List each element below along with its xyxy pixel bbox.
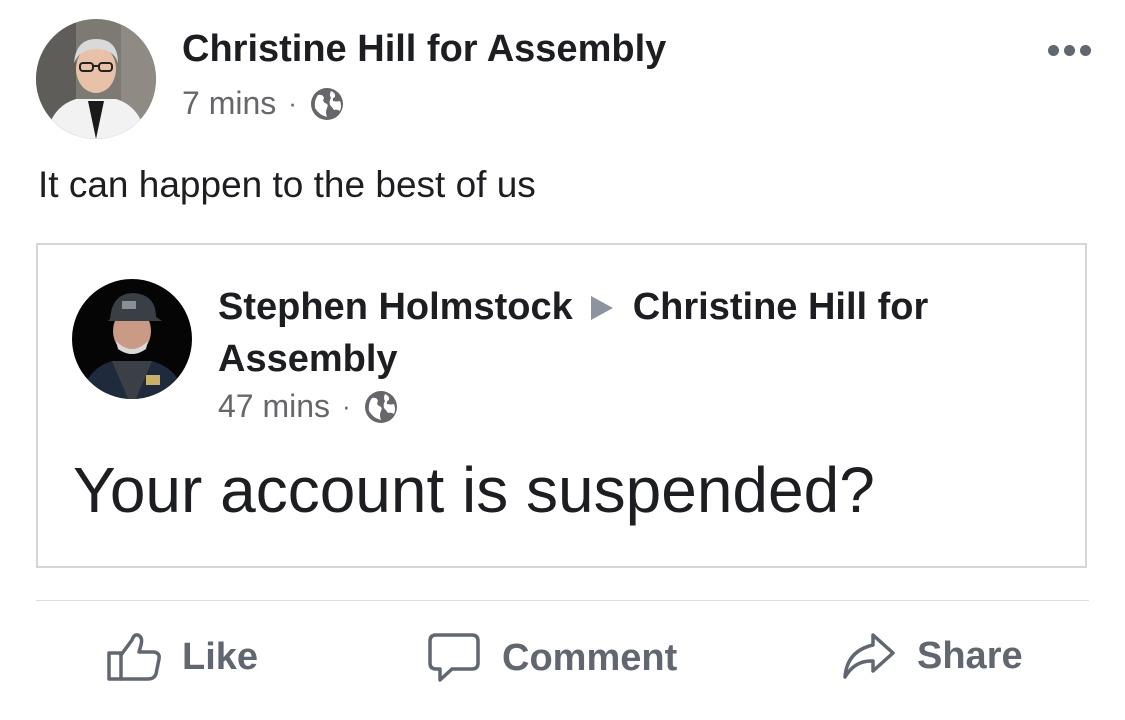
shared-post-timestamp[interactable]: 47 mins <box>218 388 330 425</box>
author-avatar-image <box>36 19 156 139</box>
globe-icon <box>309 86 345 122</box>
more-options-button[interactable] <box>1048 45 1091 56</box>
author-name[interactable]: Christine Hill for Assembly <box>182 28 666 71</box>
share-button[interactable]: Share <box>841 631 1023 681</box>
meta-separator: · <box>342 391 351 421</box>
more-horizontal-icon <box>1048 45 1059 56</box>
shared-post-card[interactable]: Stephen Holmstock Christine Hill for Asse… <box>36 243 1087 568</box>
shared-post-meta: 47 mins · <box>218 388 399 425</box>
shared-author-avatar[interactable] <box>72 279 192 399</box>
author-avatar[interactable] <box>36 19 156 139</box>
shared-author-avatar-image <box>72 279 192 399</box>
share-label: Share <box>917 634 1023 677</box>
like-label: Like <box>182 635 259 678</box>
globe-icon <box>363 389 399 425</box>
comment-button[interactable]: Comment <box>426 631 677 685</box>
comment-bubble-icon <box>426 631 482 685</box>
share-arrow-icon <box>841 631 897 681</box>
like-button[interactable]: Like <box>106 631 258 683</box>
post-text: It can happen to the best of us <box>38 164 536 205</box>
shared-author-name[interactable]: Stephen Holmstock <box>218 286 573 328</box>
action-bar: Like Comment Share <box>36 601 1089 720</box>
shared-post-text: Your account is suspended? <box>73 454 875 526</box>
post-meta: 7 mins · <box>182 85 345 122</box>
meta-separator: · <box>288 88 297 118</box>
comment-label: Comment <box>502 636 678 679</box>
thumbs-up-icon <box>106 631 162 683</box>
facebook-post: Christine Hill for Assembly 7 mins · It … <box>0 0 1125 720</box>
triangle-right-icon <box>590 296 613 320</box>
post-timestamp[interactable]: 7 mins <box>182 85 276 122</box>
shared-post-header: Stephen Holmstock Christine Hill for Asse… <box>218 281 1038 385</box>
